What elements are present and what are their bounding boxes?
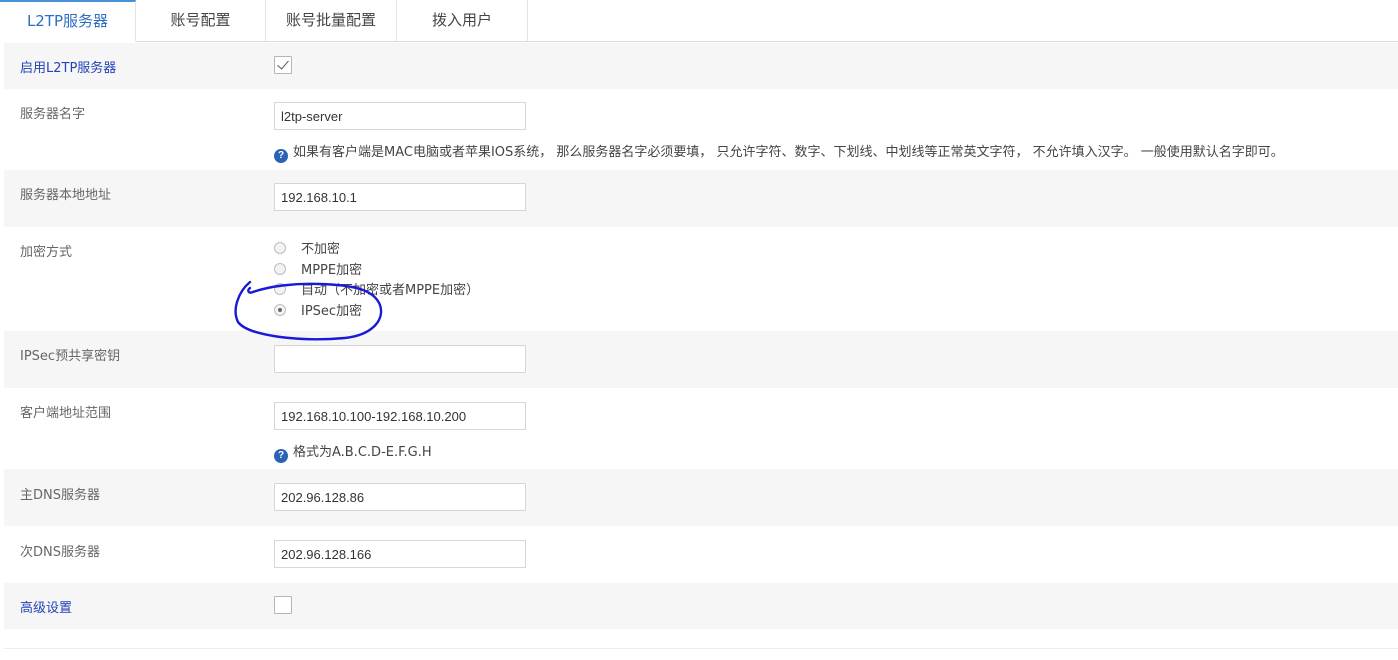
bottom-divider <box>4 648 1398 649</box>
psk-row: IPSec预共享密钥 <box>4 331 1398 388</box>
server-name-input[interactable] <box>274 102 526 130</box>
radio-option-auto[interactable]: 自动（不加密或者MPPE加密） <box>274 279 480 298</box>
checkmark-icon <box>277 57 289 70</box>
client-range-help: ? 格式为A.B.C.D-E.F.G.H <box>274 441 432 463</box>
dns1-row: 主DNS服务器 <box>4 469 1398 526</box>
radio-option-none[interactable]: 不加密 <box>274 238 341 257</box>
server-name-help: ? 如果有客户端是MAC电脑或者苹果IOS系统， 那么服务器名字必须要填， 只允许… <box>274 141 1284 163</box>
radio-auto[interactable] <box>274 283 286 295</box>
radio-none[interactable] <box>274 242 286 254</box>
local-address-input[interactable] <box>274 183 526 211</box>
enable-row: 启用L2TP服务器 <box>4 43 1398 89</box>
server-name-help-text: 如果有客户端是MAC电脑或者苹果IOS系统， 那么服务器名字必须要填， 只允许字… <box>293 145 1284 160</box>
tab-dial-in-users[interactable]: 拨入用户 <box>397 0 528 41</box>
dns1-input[interactable] <box>274 483 526 511</box>
server-name-label: 服务器名字 <box>20 107 86 122</box>
question-circle-icon: ? <box>274 149 288 163</box>
radio-option-ipsec[interactable]: IPSec加密 <box>274 300 363 319</box>
local-address-label: 服务器本地地址 <box>20 188 112 203</box>
dns1-label: 主DNS服务器 <box>20 488 100 503</box>
radio-ipsec-label: IPSec加密 <box>301 304 363 319</box>
advanced-checkbox[interactable] <box>274 596 292 614</box>
server-name-row: 服务器名字 ? 如果有客户端是MAC电脑或者苹果IOS系统， 那么服务器名字必须要… <box>4 89 1398 170</box>
local-address-row: 服务器本地地址 <box>4 170 1398 227</box>
radio-ipsec[interactable] <box>274 304 286 316</box>
tab-l2tp-server[interactable]: L2TP服务器 <box>0 0 136 42</box>
enable-checkbox[interactable] <box>274 56 292 74</box>
enable-label: 启用L2TP服务器 <box>20 61 117 76</box>
dns2-label: 次DNS服务器 <box>20 545 100 560</box>
client-range-help-text: 格式为A.B.C.D-E.F.G.H <box>293 445 432 460</box>
tab-batch-account-config[interactable]: 账号批量配置 <box>266 0 397 41</box>
client-range-row: 客户端地址范围 ? 格式为A.B.C.D-E.F.G.H <box>4 388 1398 469</box>
encryption-label: 加密方式 <box>20 245 73 260</box>
question-circle-icon: ? <box>274 449 288 463</box>
encryption-row: 加密方式 不加密 MPPE加密 自动（不加密或者MPPE加密） IPSec加密 <box>4 227 1398 331</box>
client-range-input[interactable] <box>274 402 526 430</box>
advanced-label: 高级设置 <box>20 601 73 616</box>
dns2-input[interactable] <box>274 540 526 568</box>
psk-label: IPSec预共享密钥 <box>20 349 121 364</box>
dns2-row: 次DNS服务器 <box>4 526 1398 583</box>
radio-mppe-label: MPPE加密 <box>301 263 363 278</box>
radio-none-label: 不加密 <box>301 242 341 257</box>
psk-input[interactable] <box>274 345 526 373</box>
tab-account-config[interactable]: 账号配置 <box>136 0 266 41</box>
tab-bar: L2TP服务器 账号配置 账号批量配置 拨入用户 <box>0 0 1398 42</box>
radio-option-mppe[interactable]: MPPE加密 <box>274 259 363 278</box>
radio-auto-label: 自动（不加密或者MPPE加密） <box>301 283 480 298</box>
radio-mppe[interactable] <box>274 263 286 275</box>
advanced-row: 高级设置 <box>4 583 1398 629</box>
client-range-label: 客户端地址范围 <box>20 406 112 421</box>
